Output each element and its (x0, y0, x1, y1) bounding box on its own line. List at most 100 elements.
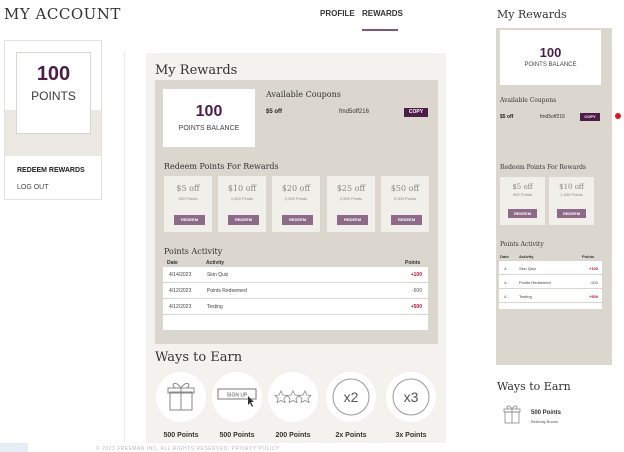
reward-amount: $25 off (336, 184, 366, 193)
mobile-balance-value: 100 (539, 45, 562, 60)
coupon-amount: $5 off (266, 109, 283, 115)
footer-copyright: © 2023 FREEMAN INC. ALL RIGHTS RESERVED.… (96, 446, 280, 452)
activity-table: 4/14/2023 Skin Quiz +100 4/12/2023 Point… (163, 267, 428, 330)
mobile-redeem-card: $10 off 1,000 Points REDEEM (549, 177, 594, 225)
3x-icon: x3 (386, 372, 436, 422)
redeem-card: $5 off 500 Points REDEEM (164, 176, 212, 232)
cell-activity: Points Redeemed (207, 288, 247, 294)
tab-rewards[interactable]: REWARDS (362, 9, 403, 18)
mobile-redeem-title: Redeem Points For Rewards (500, 164, 586, 171)
cell-points: +100 (588, 266, 598, 271)
reward-points: 1,000 Points (560, 192, 583, 197)
mobile-ways-to-earn-title: Ways to Earn (497, 380, 571, 393)
cell-activity: Testing (519, 294, 532, 299)
mobile-coupons-title: Available Coupons (500, 97, 557, 104)
cell-date: 4... (504, 266, 510, 271)
table-row: 4/12/2023 Points Redeemed -500 (163, 283, 428, 299)
earn-points-label: 2x Points (335, 432, 367, 439)
reward-amount: $5 off (512, 183, 533, 191)
page-title: MY ACCOUNT (4, 5, 121, 23)
mobile-redeem-card: $5 off 500 Points REDEEM (500, 177, 545, 225)
cell-points: +500 (588, 294, 598, 299)
mobile-activity-table: 4... Skin Quiz +100 4... Points Redeemed… (499, 261, 602, 309)
table-row: 4... Testing +500 (499, 289, 602, 303)
rewards-title: My Rewards (155, 63, 238, 78)
signup-icon-text: SIGN UP (227, 393, 248, 399)
mobile-earn-points-label: 500 Points (531, 410, 562, 416)
earn-points-label: 200 Points (275, 432, 311, 439)
footer-badge (0, 443, 28, 452)
copy-coupon-button[interactable]: COPY (404, 108, 428, 117)
mobile-rewards-title: My Rewards (497, 8, 567, 21)
redeem-button[interactable]: REDEEM (391, 215, 422, 225)
cell-date: 4/14/2023 (169, 272, 192, 278)
mobile-points-balance-card: 100 POINTS BALANCE (500, 30, 601, 85)
redeem-button[interactable]: REDEEM (508, 209, 537, 218)
redeem-button[interactable]: REDEEM (174, 215, 205, 225)
earn-points-label: 3x Points (395, 432, 427, 439)
coupons-title: Available Coupons (266, 90, 341, 99)
redeem-title: Redeem Points For Rewards (164, 162, 279, 171)
redeem-card: $10 off 1,000 Points REDEEM (218, 176, 266, 232)
redeem-button[interactable]: REDEEM (557, 209, 586, 218)
tab-profile[interactable]: PROFILE (320, 9, 355, 18)
cell-date: 4... (504, 280, 510, 285)
column-header-date: Date (167, 260, 178, 266)
signup-icon: SIGN UP (212, 372, 262, 422)
gift-icon (156, 372, 206, 422)
mobile-earn-description: Birthday Bonus (531, 419, 559, 424)
redeem-button[interactable]: REDEEM (228, 215, 259, 225)
cell-activity: Testing (207, 304, 223, 310)
reward-points: 5,000 Points (393, 196, 417, 201)
reward-amount: $50 off (390, 184, 420, 193)
gift-icon (500, 403, 524, 427)
earn-points-label: 500 Points (219, 432, 255, 439)
column-header-activity: Activity (206, 260, 225, 266)
redeem-button[interactable]: REDEEM (282, 215, 313, 225)
reward-amount: $5 off (176, 184, 200, 193)
table-row: 4/12/2023 Testing +500 (163, 299, 428, 315)
points-label: POINTS (31, 89, 76, 103)
mobile-activity-title: Points Activity (500, 241, 544, 248)
cursor-dot (615, 113, 621, 119)
reward-amount: $10 off (227, 184, 257, 193)
mobile-copy-coupon-button[interactable]: COPY (580, 113, 600, 121)
cell-activity: Skin Quiz (207, 272, 229, 278)
mobile-coupon-code: fmd5off216 (540, 114, 565, 120)
2x-icon: x2 (326, 372, 376, 422)
redeem-card: $25 off 2,500 Points REDEEM (327, 176, 375, 232)
table-row: 4/14/2023 Skin Quiz +100 (163, 267, 428, 283)
mobile-column-header-activity: Activity (519, 254, 534, 259)
2x-icon-text: x2 (344, 389, 359, 405)
cell-date: 4/12/2023 (169, 304, 192, 310)
earn-points-label: 500 Points (163, 432, 199, 439)
mobile-column-header-points: Points (582, 254, 595, 259)
reward-points: 1,000 Points (230, 196, 254, 201)
divider (124, 52, 125, 442)
cell-activity: Points Redeemed (519, 280, 551, 285)
cell-points: +100 (410, 272, 422, 278)
reward-points: 2,500 Points (339, 196, 363, 201)
reward-amount: $20 off (281, 184, 311, 193)
activity-title: Points Activity (164, 247, 223, 256)
cell-date: 4/12/2023 (169, 288, 192, 294)
cell-activity: Skin Quiz (519, 266, 537, 271)
redeem-card: $50 off 5,000 Points REDEEM (381, 176, 429, 232)
reward-points: 2,000 Points (284, 196, 308, 201)
balance-value: 100 (195, 103, 223, 120)
mobile-column-header-date: Date (500, 254, 509, 259)
stars-icon (268, 372, 318, 422)
redeem-card: $20 off 2,000 Points REDEEM (272, 176, 320, 232)
cell-points: -500 (411, 288, 422, 294)
mobile-balance-label: POINTS BALANCE (524, 62, 577, 68)
sidebar-link-redeem-rewards[interactable]: REDEEM REWARDS (17, 167, 85, 174)
cell-date: 4... (504, 294, 510, 299)
points-balance-card: 100 POINTS BALANCE (163, 89, 255, 147)
cell-points: +500 (410, 304, 422, 310)
redeem-button[interactable]: REDEEM (337, 215, 368, 225)
column-header-points: Points (405, 260, 421, 266)
table-row: 4... Skin Quiz +100 (499, 261, 602, 275)
coupon-code: fmd5off216 (339, 109, 369, 115)
reward-amount: $10 off (559, 183, 584, 191)
sidebar-link-log-out[interactable]: LOG OUT (17, 184, 49, 191)
